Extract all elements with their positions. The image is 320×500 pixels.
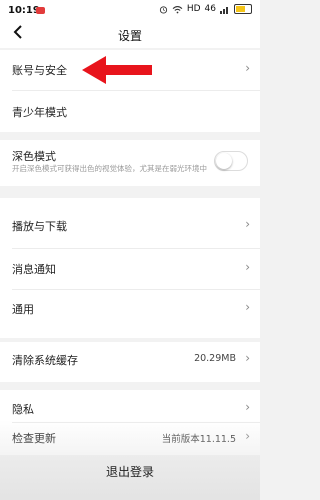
row-label: 隐私 — [12, 403, 34, 416]
row-notifications[interactable]: 消息通知 › — [0, 249, 260, 294]
settings-group-general: 播放与下载 › 消息通知 › 通用 › — [0, 198, 260, 338]
row-label: 青少年模式 — [12, 106, 67, 119]
row-label: 通用 — [12, 303, 34, 316]
page-title: 设置 — [117, 29, 142, 43]
chevron-right-icon: › — [245, 260, 250, 274]
row-check-update[interactable]: 检查更新 当前版本11.11.5 › — [0, 423, 260, 455]
signal-label: 46 — [204, 4, 216, 14]
chevron-right-icon: › — [245, 429, 250, 443]
row-label: 深色模式 — [12, 150, 56, 163]
dark-mode-description: 开启深色模式可获得出色的视觉体验，尤其是在弱光环境中 — [12, 164, 207, 173]
nav-bar: 设置 — [0, 22, 260, 48]
dark-mode-toggle[interactable] — [214, 151, 248, 171]
settings-group-display: 深色模式 开启深色模式可获得出色的视觉体验，尤其是在弱光环境中 — [0, 140, 260, 186]
row-label: 播放与下载 — [12, 220, 67, 233]
row-play-download[interactable]: 播放与下载 › — [0, 198, 260, 238]
signal-icon — [220, 6, 228, 14]
cache-size-value: 20.29MB — [194, 353, 236, 364]
logout-label: 退出登录 — [105, 465, 154, 479]
wifi-icon — [172, 5, 183, 13]
notification-icon — [36, 7, 45, 14]
status-bar: 10:19 HD 46 — [0, 0, 260, 22]
arrow-left-icon — [82, 56, 152, 84]
row-label: 账号与安全 — [12, 64, 67, 77]
chevron-right-icon: › — [245, 300, 250, 314]
chevron-right-icon: › — [245, 351, 250, 365]
status-indicators: HD 46 — [159, 4, 252, 14]
row-privacy[interactable]: 隐私 › — [0, 390, 260, 422]
row-teen-mode[interactable]: 青少年模式 — [0, 91, 260, 132]
alarm-icon — [159, 5, 167, 14]
chevron-right-icon: › — [245, 61, 250, 75]
chevron-right-icon: › — [245, 400, 250, 414]
row-label: 清除系统缓存 — [12, 354, 78, 367]
logout-button[interactable]: 退出登录 — [0, 455, 260, 500]
network-type: HD — [186, 4, 201, 14]
row-label: 检查更新 — [12, 432, 56, 445]
battery-icon — [234, 4, 252, 14]
row-dark-mode: 深色模式 开启深色模式可获得出色的视觉体验，尤其是在弱光环境中 — [0, 140, 260, 186]
row-clear-cache[interactable]: 清除系统缓存 20.29MB › — [0, 342, 260, 382]
chevron-right-icon: › — [245, 217, 250, 231]
settings-group-about: 隐私 › 检查更新 当前版本11.11.5 › — [0, 390, 260, 455]
row-label: 消息通知 — [12, 263, 56, 276]
row-general[interactable]: 通用 › — [0, 290, 260, 335]
toggle-knob — [216, 153, 232, 169]
settings-group-storage: 清除系统缓存 20.29MB › — [0, 342, 260, 382]
version-value: 当前版本11.11.5 — [161, 434, 236, 445]
